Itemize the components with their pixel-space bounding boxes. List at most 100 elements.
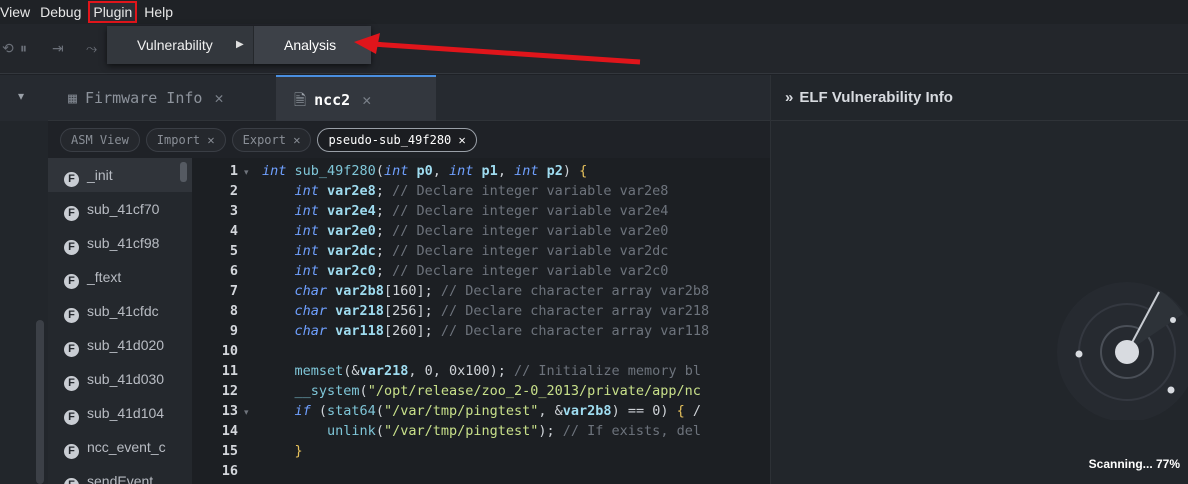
editor-tabs: ▦ Firmware Info ✕ 🗎 ncc2 ✕	[48, 75, 770, 121]
subtab-label: ASM View	[71, 133, 129, 147]
close-icon[interactable]: ✕	[207, 133, 214, 147]
step-over-icon[interactable]: ⇥	[52, 40, 64, 57]
close-icon[interactable]: ✕	[293, 133, 300, 147]
close-icon[interactable]: ✕	[214, 89, 223, 107]
function-list-scrollbar[interactable]	[180, 162, 187, 182]
radar-blip	[1167, 386, 1175, 394]
line-number: 10	[221, 343, 238, 359]
function-list: F _init Fsub_41cf70 Fsub_41cf98 F _ftext F…	[48, 158, 192, 484]
list-item[interactable]: Fsub_41cfdc	[48, 294, 192, 328]
subtab-label: Import	[156, 133, 201, 147]
tab-ncc2-label: ncc2	[314, 91, 351, 109]
fold-icon[interactable]: ▾	[244, 167, 249, 178]
function-name: sendEvent	[87, 473, 154, 484]
line-number: 1	[229, 163, 238, 179]
line-number: 5	[229, 243, 238, 259]
list-item[interactable]: Fsub_41d030	[48, 362, 192, 396]
sub-tabs: ASM View Import ✕ Export ✕ pseudo-sub_49…	[48, 122, 770, 158]
subtab-import[interactable]: Import ✕	[145, 128, 226, 152]
code-line: unlink("/var/tmp/pingtest"); // If exist…	[327, 423, 701, 439]
fold-icon[interactable]: ▾	[244, 407, 249, 418]
code-line: int sub_49f280(int p0, int p1, int p2) {	[262, 163, 588, 179]
code-line: memset(&var218, 0, 0x100); // Initialize…	[294, 363, 701, 379]
panel-header: » ELF Vulnerability Info	[771, 75, 1188, 121]
code-line: char var218[256]; // Declare character a…	[294, 303, 710, 319]
subtab-label: Export	[242, 133, 286, 147]
menu-plugin[interactable]: Plugin	[88, 1, 138, 23]
grid-icon: ▦	[68, 89, 78, 107]
radar-blip	[1075, 350, 1083, 358]
function-name: _init	[87, 167, 113, 183]
sidebar-scrollbar[interactable]	[36, 320, 44, 484]
menu-debug[interactable]: Debug	[37, 1, 84, 23]
step-icon[interactable]: ⟲	[2, 40, 14, 57]
tab-ncc2[interactable]: 🗎 ncc2 ✕	[276, 75, 436, 121]
code-line: char var118[260]; // Declare character a…	[294, 323, 710, 339]
chevron-down-icon[interactable]: ▾	[18, 89, 24, 103]
function-icon: F	[64, 206, 79, 221]
list-item[interactable]: F _init	[48, 158, 192, 192]
code-line: int var2e4; // Declare integer variable …	[294, 203, 669, 219]
route-icon[interactable]: ⤳	[86, 40, 97, 57]
function-icon: F	[64, 240, 79, 255]
function-name: ncc_event_c	[87, 439, 166, 455]
function-name: sub_41d104	[87, 405, 165, 421]
function-name: sub_41d030	[87, 371, 165, 387]
function-name: sub_41cf70	[87, 201, 160, 217]
radar-scanner-icon	[1057, 282, 1188, 420]
function-icon: F	[64, 376, 79, 391]
menu-item-vulnerability[interactable]: Vulnerability	[107, 26, 252, 64]
list-item[interactable]: Fsub_41d020	[48, 328, 192, 362]
submenu-arrow-icon: ▶	[236, 39, 244, 50]
tab-firmware-info[interactable]: ▦ Firmware Info ✕	[54, 75, 274, 121]
function-icon: F	[64, 308, 79, 323]
menu-view[interactable]: View	[0, 1, 33, 23]
menu-bar: View Debug Plugin Help	[0, 0, 1188, 24]
code-editor[interactable]: int sub_49f280(int p0, int p1, int p2) {…	[258, 158, 770, 484]
line-number: 11	[221, 363, 238, 379]
function-icon: F	[64, 274, 79, 289]
annotation-arrow	[354, 33, 641, 65]
line-gutter: 1 ▾ 2 3 4 5 6 7 8 9 10 11 12 13 ▾ 14 15 …	[192, 158, 258, 484]
annotation-arrow-shaft	[371, 41, 641, 65]
code-line: int var2c0; // Declare integer variable …	[294, 263, 669, 279]
menu-help[interactable]: Help	[141, 1, 176, 23]
function-name: sub_41d020	[87, 337, 165, 353]
close-icon[interactable]: ✕	[459, 133, 466, 147]
list-item[interactable]: Fsub_41cf98	[48, 226, 192, 260]
function-icon: F	[64, 478, 79, 484]
panel-title: ELF Vulnerability Info	[799, 89, 953, 106]
list-item[interactable]: Fsub_41d104	[48, 396, 192, 430]
list-item[interactable]: F _ftext	[48, 260, 192, 294]
function-name: _ftext	[87, 269, 122, 285]
subtab-export[interactable]: Export ✕	[231, 128, 312, 152]
function-icon: F	[64, 444, 79, 459]
line-number: 2	[229, 183, 238, 199]
pause-icon[interactable]: ⏸	[20, 40, 27, 57]
subtab-pseudo[interactable]: pseudo-sub_49f280 ✕	[317, 128, 477, 152]
function-icon: F	[64, 342, 79, 357]
list-item[interactable]: Fncc_event_c	[48, 430, 192, 464]
subtab-asm-view[interactable]: ASM View	[60, 128, 140, 152]
code-line: __system("/opt/release/zoo_2-0_2013/priv…	[294, 383, 701, 399]
function-name: sub_41cf98	[87, 235, 160, 251]
line-number: 7	[229, 283, 238, 299]
function-icon: F	[64, 172, 79, 187]
line-number: 4	[229, 223, 238, 239]
close-icon[interactable]: ✕	[362, 91, 371, 109]
collapse-icon[interactable]: »	[785, 89, 793, 106]
sidebar-header: ▾	[0, 75, 48, 121]
list-item[interactable]: FsendEvent	[48, 464, 192, 484]
scan-status: Scanning... 77%	[1088, 457, 1180, 471]
line-number: 13	[221, 403, 238, 419]
code-line: int var2e0; // Declare integer variable …	[294, 223, 669, 239]
line-number: 6	[229, 263, 238, 279]
line-number: 15	[221, 443, 238, 459]
subtab-label: pseudo-sub_49f280	[328, 133, 452, 147]
line-number: 9	[229, 323, 238, 339]
list-item[interactable]: Fsub_41cf70	[48, 192, 192, 226]
code-line: int var2e8; // Declare integer variable …	[294, 183, 669, 199]
line-number: 8	[229, 303, 238, 319]
line-number: 14	[221, 423, 238, 439]
vulnerability-panel: » ELF Vulnerability Info Scanning... 77%	[771, 75, 1188, 484]
